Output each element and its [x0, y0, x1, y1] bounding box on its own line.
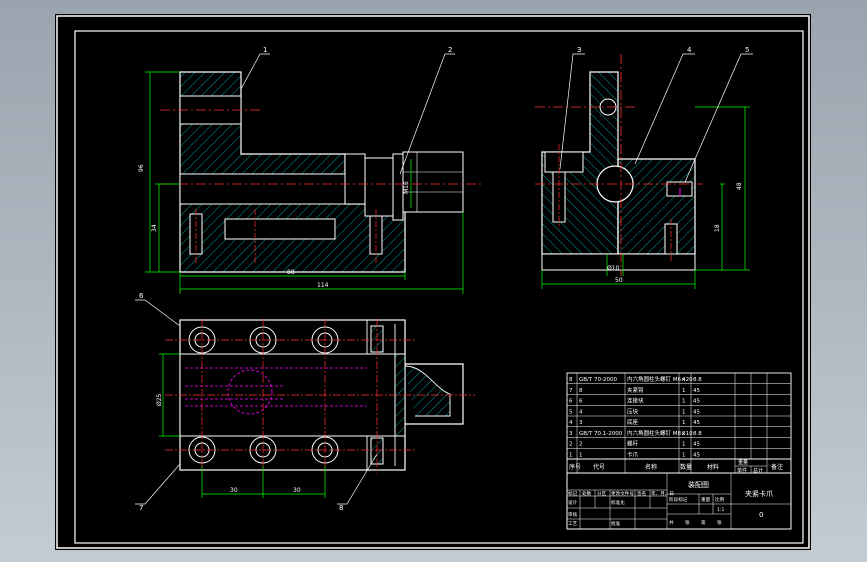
- bom-row-5-no: 4: [569, 420, 573, 426]
- balloon-4[interactable]: 4: [687, 46, 692, 54]
- bom-row-8-no: 1: [569, 452, 573, 458]
- bom-row-5-name: 底座: [627, 418, 639, 426]
- balloon-6[interactable]: 6: [139, 292, 144, 300]
- dim-top-slot: Ø25: [156, 393, 163, 406]
- bom-row-6-qty: 2: [682, 431, 686, 437]
- tb-design: 设计: [568, 499, 578, 506]
- bom-row-7-qty: 1: [682, 442, 686, 448]
- tb-mark: 标记: [568, 490, 578, 497]
- bom-row-7-code: 2: [579, 442, 583, 448]
- balloon-7[interactable]: 7: [139, 504, 143, 512]
- tb-process: 工艺: [568, 521, 578, 527]
- bom-row-4-name: 压块: [627, 407, 639, 415]
- bom-header-code: 代号: [593, 463, 605, 471]
- tb-weight: 重量: [701, 496, 711, 503]
- balloon-2[interactable]: 2: [448, 46, 452, 54]
- bom-row-6-no: 3: [569, 431, 573, 437]
- bom-row-1-code: GB/T 70-2000: [579, 377, 617, 383]
- bom-row-5-qty: 1: [682, 420, 686, 426]
- tb-review: 审核: [568, 511, 578, 518]
- bom-header-material: 材料: [707, 463, 719, 471]
- tb-approve: 批准: [611, 520, 621, 527]
- bom-row-5-code: 3: [579, 420, 583, 426]
- dim-top-pitch-1: 30: [230, 487, 238, 494]
- dim-side-hole: Ø10: [607, 265, 620, 272]
- bom-row-2-code: 8: [579, 388, 583, 394]
- tb-date: 年、月、日: [651, 490, 674, 497]
- dim-front-width-total: 114: [317, 282, 329, 289]
- tb-scale-value: 1:1: [717, 507, 724, 513]
- dim-top-pitch-2: 30: [293, 487, 301, 494]
- assembly-drawing: 96 34 88 114 M16 48 18 50 Ø10 Ø25 30 30 …: [56, 15, 810, 549]
- bom-row-3-code: 6: [579, 399, 583, 405]
- bom-row-2-no: 7: [569, 388, 573, 394]
- bom-row-7-name: 螺杆: [627, 440, 639, 448]
- tb-sign: 签名: [637, 490, 646, 497]
- bom-row-2-mat: 45: [693, 388, 700, 394]
- bom-row-1-no: 8: [569, 377, 573, 383]
- bom-row-3-no: 6: [569, 399, 573, 405]
- bom-row-7-no: 2: [569, 442, 573, 448]
- top-view[interactable]: Ø25 30 30: [156, 319, 475, 498]
- part-number: 0: [759, 511, 763, 519]
- tb-zone: 分区: [597, 490, 607, 497]
- balloon-1[interactable]: 1: [263, 46, 267, 54]
- dim-side-height-total: 48: [736, 182, 743, 190]
- bom-header-qty: 数量: [680, 463, 692, 471]
- tb-scale-label: 比例: [715, 496, 725, 503]
- dim-front-height-total: 96: [138, 164, 145, 172]
- bom-row-2-name: 夹紧臂: [627, 386, 644, 394]
- tb-count: 处数: [582, 490, 592, 497]
- tb-sheet-unit-2: 张: [717, 519, 722, 526]
- dim-front-width-body: 88: [287, 269, 295, 276]
- side-view[interactable]: 48 18 50 Ø10: [535, 54, 750, 289]
- bom-row-3-qty: 1: [682, 399, 686, 405]
- tb-standard: 标准化: [611, 499, 625, 506]
- tb-stage: 阶段标记: [669, 496, 688, 503]
- bom-header-no: 序号: [569, 463, 581, 471]
- part-name: 夹紧卡爪: [745, 489, 773, 498]
- balloon-3[interactable]: 3: [577, 46, 581, 54]
- bom-row-8-code: 1: [579, 452, 583, 458]
- tb-change-doc: 更改文件号: [611, 490, 634, 497]
- bom-row-4-mat: 45: [693, 409, 700, 415]
- front-view[interactable]: 96 34 88 114 M16: [138, 71, 483, 294]
- bom-row-6-code: GB/T 70.1-2000: [579, 431, 623, 437]
- bom-row-7-mat: 45: [693, 442, 700, 448]
- bom-row-8-name: 卡爪: [627, 450, 639, 458]
- tb-sheet-current: 第: [701, 519, 706, 526]
- title-block: 装配图 夹紧卡爪 0 标记 处数 分区 更改文件号 签名 年、月、日 设计 标准…: [566, 472, 792, 530]
- bom-row-4-qty: 1: [682, 409, 686, 415]
- bom-row-8-mat: 45: [693, 452, 700, 458]
- bom-row-6-mat: 8.8: [693, 431, 702, 437]
- bom-row-1-qty: 4: [682, 377, 686, 383]
- dim-side-height-mid: 18: [714, 224, 721, 232]
- bom-header-weight: 重量: [738, 459, 748, 466]
- bom-row-2-qty: 1: [682, 388, 686, 394]
- bom-table: 8 GB/T 70-2000 内六角圆柱头螺钉 M6×20 4 8.8 7 8 …: [566, 372, 792, 474]
- balloon-5[interactable]: 5: [745, 46, 749, 54]
- bom-header-remarks: 备注: [771, 463, 783, 471]
- drawing-sheet: 96 34 88 114 M16 48 18 50 Ø10 Ø25 30 30 …: [55, 14, 811, 550]
- bom-row-3-name: 连接块: [627, 397, 644, 405]
- bom-row-5-mat: 45: [693, 420, 700, 426]
- dim-front-thread: M16: [403, 181, 410, 194]
- bom-row-8-qty: 1: [682, 452, 686, 458]
- bom-row-3-mat: 45: [693, 399, 700, 405]
- dim-front-height-lower: 34: [151, 224, 158, 232]
- bom-row-1-mat: 8.8: [693, 377, 702, 383]
- dim-side-width: 50: [615, 277, 623, 284]
- drawing-title-label: 装配图: [688, 480, 709, 489]
- tb-sheet-total: 共: [669, 519, 674, 526]
- bom-row-4-no: 5: [569, 409, 573, 415]
- bom-header-name: 名称: [645, 463, 657, 471]
- tb-sheet-unit-1: 张: [685, 519, 690, 526]
- bom-row-4-code: 4: [579, 409, 583, 415]
- balloon-8[interactable]: 8: [339, 504, 343, 512]
- outer-border: [56, 15, 810, 549]
- cad-viewport[interactable]: 96 34 88 114 M16 48 18 50 Ø10 Ø25 30 30 …: [0, 0, 867, 562]
